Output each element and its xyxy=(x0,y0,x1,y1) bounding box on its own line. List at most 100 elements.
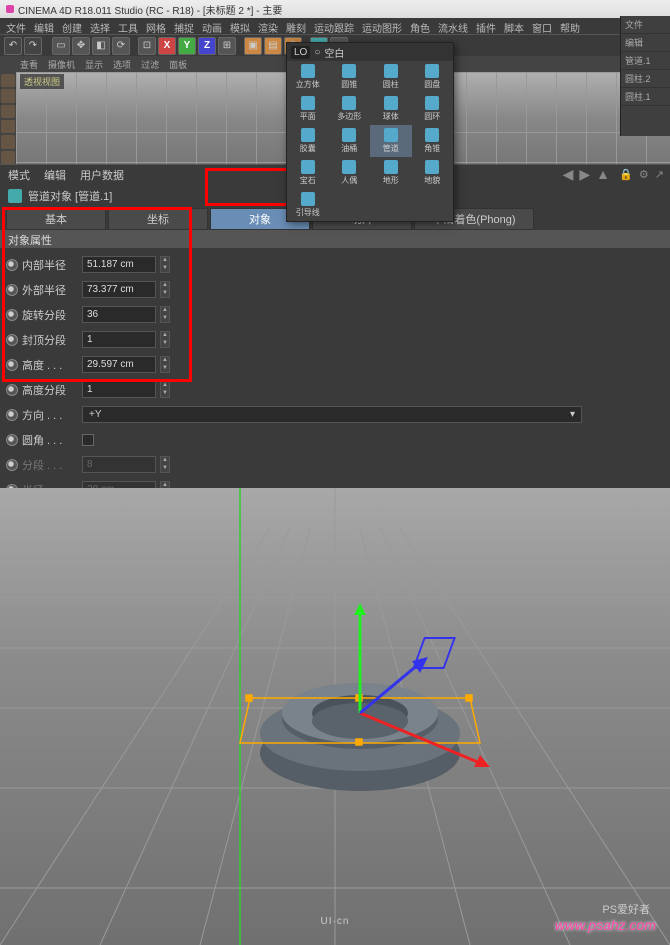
recent-tool[interactable]: ⊡ xyxy=(138,37,156,55)
attr-mode-menu[interactable]: 模式 xyxy=(8,167,30,183)
menu-帮助[interactable]: 帮助 xyxy=(560,20,580,32)
model-mode[interactable] xyxy=(1,74,15,87)
axis-x-toggle[interactable]: X xyxy=(158,37,176,55)
vpmenu-面板[interactable]: 面板 xyxy=(169,58,187,70)
primitive-圆锥[interactable]: 圆锥 xyxy=(329,61,371,93)
spinner[interactable]: ▲▼ xyxy=(160,381,170,398)
popup-null-icon[interactable]: ○ xyxy=(314,47,320,58)
attr-back-icon[interactable]: ◀ xyxy=(563,166,574,183)
spinner[interactable]: ▲▼ xyxy=(160,306,170,323)
render-region[interactable]: ▤ xyxy=(264,37,282,55)
primitive-地貌[interactable]: 地貌 xyxy=(412,157,454,189)
coord-system[interactable]: ⊞ xyxy=(218,37,236,55)
redo-button[interactable]: ↷ xyxy=(24,37,42,55)
primitive-地形[interactable]: 地形 xyxy=(370,157,412,189)
spinner[interactable]: ▲▼ xyxy=(160,356,170,373)
menu-雕刻[interactable]: 雕刻 xyxy=(286,20,306,32)
anim-dot-icon[interactable] xyxy=(6,309,18,321)
primitive-立方体[interactable]: 立方体 xyxy=(287,61,329,93)
primitive-圆环[interactable]: 圆环 xyxy=(412,93,454,125)
menu-运动图形[interactable]: 运动图形 xyxy=(362,20,402,32)
prop-input[interactable] xyxy=(82,331,156,348)
primitive-角锥[interactable]: 角锥 xyxy=(412,125,454,157)
vpmenu-过滤[interactable]: 过滤 xyxy=(141,58,159,70)
attr-gear-icon[interactable]: ⚙ xyxy=(639,168,649,181)
primitive-胶囊[interactable]: 胶囊 xyxy=(287,125,329,157)
attr-arrow-icon[interactable]: ↗ xyxy=(655,168,664,181)
undo-button[interactable]: ↶ xyxy=(4,37,22,55)
select-tool[interactable]: ▭ xyxy=(52,37,70,55)
attr-fwd-icon[interactable]: ▶ xyxy=(579,166,590,183)
axis-y-toggle[interactable]: Y xyxy=(178,37,196,55)
anim-dot-icon[interactable] xyxy=(6,409,18,421)
primitive-管道[interactable]: 管道 xyxy=(370,125,412,157)
spinner[interactable]: ▲▼ xyxy=(160,281,170,298)
menu-动画[interactable]: 动画 xyxy=(202,20,222,32)
vpmenu-摄像机[interactable]: 摄像机 xyxy=(48,58,75,70)
attr-edit-menu[interactable]: 编辑 xyxy=(44,167,66,183)
fillet-checkbox[interactable] xyxy=(82,434,94,446)
object-mode[interactable] xyxy=(1,89,15,102)
anim-dot-icon[interactable] xyxy=(6,359,18,371)
primitive-球体[interactable]: 球体 xyxy=(370,93,412,125)
direction-dropdown[interactable]: +Y▾ xyxy=(82,406,582,423)
axis-z-toggle[interactable]: Z xyxy=(198,37,216,55)
texture-mode[interactable] xyxy=(1,105,15,118)
move-tool[interactable]: ✥ xyxy=(72,37,90,55)
om-item[interactable]: 圆柱.2 xyxy=(621,70,670,88)
menu-窗口[interactable]: 窗口 xyxy=(532,20,552,32)
menu-创建[interactable]: 创建 xyxy=(62,20,82,32)
anim-dot-icon[interactable] xyxy=(6,459,18,471)
primitive-油桶[interactable]: 油桶 xyxy=(329,125,371,157)
menu-流水线[interactable]: 流水线 xyxy=(438,20,468,32)
menu-脚本[interactable]: 脚本 xyxy=(504,20,524,32)
prop-input[interactable] xyxy=(82,256,156,273)
scale-tool[interactable]: ◧ xyxy=(92,37,110,55)
vpmenu-查看[interactable]: 查看 xyxy=(20,58,38,70)
vpmenu-选项[interactable]: 选项 xyxy=(113,58,131,70)
anim-dot-icon[interactable] xyxy=(6,334,18,346)
perspective-viewport[interactable]: UI·cn xyxy=(0,488,670,945)
menu-渲染[interactable]: 渲染 xyxy=(258,20,278,32)
primitive-平面[interactable]: 平面 xyxy=(287,93,329,125)
primitive-多边形[interactable]: 多边形 xyxy=(329,93,371,125)
om-item[interactable]: 编辑 xyxy=(621,34,670,52)
render-button[interactable]: ▣ xyxy=(244,37,262,55)
anim-dot-icon[interactable] xyxy=(6,284,18,296)
point-mode[interactable] xyxy=(1,120,15,133)
primitive-引导线[interactable]: 引导线 xyxy=(287,189,329,221)
tab-基本[interactable]: 基本 xyxy=(6,208,106,230)
attr-lock-icon[interactable]: 🔒 xyxy=(619,168,633,181)
om-item[interactable]: 圆柱.1 xyxy=(621,88,670,106)
tab-坐标[interactable]: 坐标 xyxy=(108,208,208,230)
vpmenu-显示[interactable]: 显示 xyxy=(85,58,103,70)
menu-网格[interactable]: 网格 xyxy=(146,20,166,32)
menu-选择[interactable]: 选择 xyxy=(90,20,110,32)
menu-运动跟踪[interactable]: 运动跟踪 xyxy=(314,20,354,32)
menu-角色[interactable]: 角色 xyxy=(410,20,430,32)
spinner[interactable]: ▲▼ xyxy=(160,256,170,273)
menu-工具[interactable]: 工具 xyxy=(118,20,138,32)
menu-捕捉[interactable]: 捕捉 xyxy=(174,20,194,32)
primitive-宝石[interactable]: 宝石 xyxy=(287,157,329,189)
attr-userdata-menu[interactable]: 用户数据 xyxy=(80,167,124,183)
menu-文件[interactable]: 文件 xyxy=(6,20,26,32)
prop-input[interactable] xyxy=(82,356,156,373)
spinner[interactable]: ▲▼ xyxy=(160,331,170,348)
prop-input[interactable] xyxy=(82,281,156,298)
prop-input[interactable] xyxy=(82,381,156,398)
poly-mode[interactable] xyxy=(1,151,15,164)
primitive-圆柱[interactable]: 圆柱 xyxy=(370,61,412,93)
primitive-人偶[interactable]: 人偶 xyxy=(329,157,371,189)
attr-up-icon[interactable]: ▲ xyxy=(596,166,610,183)
anim-dot-icon[interactable] xyxy=(6,384,18,396)
om-item[interactable]: 文件 xyxy=(621,16,670,34)
menu-插件[interactable]: 插件 xyxy=(476,20,496,32)
om-item[interactable]: 管道.1 xyxy=(621,52,670,70)
menu-编辑[interactable]: 编辑 xyxy=(34,20,54,32)
prop-input[interactable] xyxy=(82,306,156,323)
primitive-圆盘[interactable]: 圆盘 xyxy=(412,61,454,93)
edge-mode[interactable] xyxy=(1,135,15,148)
rotate-tool[interactable]: ⟳ xyxy=(112,37,130,55)
menu-模拟[interactable]: 模拟 xyxy=(230,20,250,32)
